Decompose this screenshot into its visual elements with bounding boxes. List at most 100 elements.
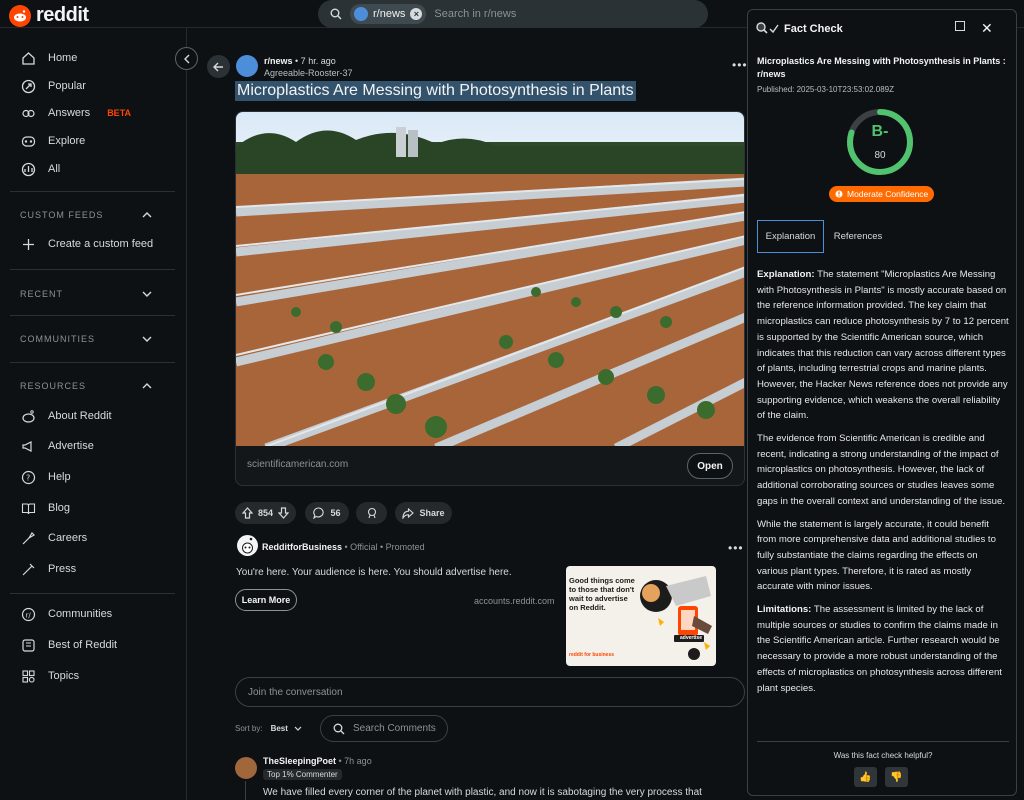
post-time: • 7 hr. ago [295, 56, 336, 66]
sidebar-item-explore[interactable]: Explore [20, 131, 85, 151]
learn-more-button[interactable]: Learn More [235, 589, 297, 611]
beta-badge: BETA [107, 108, 132, 118]
resources-toggle[interactable]: RESOURCES [20, 381, 152, 391]
tab-explanation[interactable]: Explanation [757, 220, 824, 253]
collapse-sidebar-button[interactable] [175, 47, 198, 70]
sidebar-item-blog[interactable]: Blog [20, 498, 70, 518]
commenter-avatar[interactable] [235, 757, 257, 779]
limitations-text: The assessment is limited by the lack of… [757, 604, 1002, 694]
recent-toggle[interactable]: RECENT [20, 289, 152, 299]
custom-feeds-toggle[interactable]: CUSTOM FEEDS [20, 210, 152, 220]
advertiser-name[interactable]: RedditforBusiness [262, 542, 342, 552]
thread-line[interactable] [245, 781, 246, 800]
comment-icon [313, 507, 325, 519]
explanation-para-1: Explanation: The statement "Microplastic… [757, 267, 1009, 424]
search-comments-button[interactable]: Search Comments [320, 715, 448, 742]
post-options-icon[interactable]: ••• [732, 58, 748, 72]
explanation-text: The statement "Microplastics Are Messing… [757, 269, 1009, 422]
sidebar-item-answers[interactable]: Answers BETA [20, 103, 131, 123]
sidebar-item-help[interactable]: ? Help [20, 467, 71, 487]
sidebar-item-topics[interactable]: Topics [20, 666, 79, 686]
sidebar-item-label: Create a custom feed [48, 238, 154, 250]
thumbs-down-button[interactable]: 👎 [885, 767, 908, 787]
reddit-logo[interactable]: reddit [9, 4, 89, 27]
popular-icon [20, 78, 37, 95]
fact-check-header: Fact Check ✕ [748, 10, 1018, 46]
sort-control[interactable]: Sort by: Best [235, 724, 302, 733]
sidebar-item-all[interactable]: All [20, 159, 60, 179]
comments-button[interactable]: 56 [305, 502, 349, 524]
divider [10, 593, 175, 594]
sidebar-item-label: All [48, 163, 61, 175]
answers-icon [20, 105, 37, 122]
tab-references[interactable]: References [826, 220, 890, 253]
sidebar-item-label: Blog [48, 502, 71, 514]
section-heading: RESOURCES [20, 381, 87, 391]
share-icon [402, 507, 415, 519]
open-link-button[interactable]: Open [687, 453, 733, 479]
subreddit-avatar[interactable] [236, 55, 258, 77]
sidebar-item-popular[interactable]: Popular [20, 76, 86, 96]
sidebar-item-label: About Reddit [48, 410, 112, 422]
fact-check-subject: Microplastics Are Messing with Photosynt… [757, 56, 1006, 79]
award-button[interactable] [356, 502, 387, 524]
sidebar-item-label: Best of Reddit [48, 639, 118, 651]
sidebar-item-label: Home [48, 52, 78, 64]
sidebar-item-advertise[interactable]: Advertise [20, 436, 94, 456]
ad-domain[interactable]: accounts.reddit.com [474, 596, 555, 606]
sidebar-item-about[interactable]: About Reddit [20, 406, 112, 426]
post-image[interactable] [235, 111, 745, 486]
svg-text:r/: r/ [26, 611, 32, 619]
magnifier-check-icon [756, 22, 780, 39]
close-icon[interactable]: ✕ [981, 20, 993, 37]
top-commenter-badge: Top 1% Commenter [263, 769, 342, 780]
divider [10, 362, 175, 363]
subreddit-chip[interactable]: r/news × [350, 4, 427, 24]
maximize-icon[interactable] [955, 21, 965, 31]
ad-image-brand: reddit for business [569, 652, 615, 658]
sidebar-item-best-of-reddit[interactable]: Best of Reddit [20, 635, 117, 655]
share-button[interactable]: Share [395, 502, 452, 524]
downvote-icon[interactable] [278, 507, 290, 519]
sidebar-item-press[interactable]: Press [20, 559, 76, 579]
fact-check-panel: Fact Check ✕ Microplastics Are Messing w… [747, 9, 1017, 796]
subreddit-globe-icon [354, 7, 368, 21]
link-domain[interactable]: scientificamerican.com [247, 459, 348, 470]
chip-close-icon[interactable]: × [410, 8, 423, 20]
sidebar-item-label: Popular [48, 80, 86, 92]
confidence-icon [835, 190, 843, 198]
ad-illustration [640, 576, 712, 660]
score-value: 80 [874, 150, 886, 161]
sidebar-item-careers[interactable]: Careers [20, 528, 87, 548]
advertiser-avatar[interactable] [237, 535, 258, 556]
create-custom-feed[interactable]: Create a custom feed [20, 234, 153, 254]
about-icon [20, 408, 37, 425]
back-button[interactable] [207, 55, 230, 78]
sidebar-item-home[interactable]: Home [20, 48, 77, 68]
communities-toggle[interactable]: COMMUNITIES [20, 334, 152, 344]
confidence-badge: Moderate Confidence [829, 186, 935, 202]
post-author[interactable]: Agreeable-Rooster-37 [264, 68, 353, 78]
subreddit-link[interactable]: r/news [264, 56, 293, 66]
explanation-label: Explanation: [757, 269, 815, 280]
thumbs-up-button[interactable]: 👍 [854, 767, 877, 787]
sidebar-item-label: Advertise [48, 440, 94, 452]
upvote-icon[interactable] [241, 507, 253, 519]
ad-options-icon[interactable]: ••• [728, 541, 744, 555]
explanation-para-2: The evidence from Scientific American is… [757, 433, 1006, 507]
sort-value[interactable]: Best [271, 724, 288, 733]
chevron-up-icon [142, 383, 152, 389]
commenter-name[interactable]: TheSleepingPoet [263, 756, 336, 766]
sidebar-item-communities[interactable]: r/ Communities [20, 604, 112, 624]
search-placeholder: Search in r/news [434, 8, 517, 20]
search-bar[interactable]: r/news × Search in r/news [318, 0, 708, 28]
advertise-icon [20, 438, 37, 455]
careers-icon [20, 530, 37, 547]
promoted-label: • Official • Promoted [342, 542, 425, 552]
section-heading: COMMUNITIES [20, 334, 95, 344]
ad-image[interactable]: Good things come to those that don't wai… [566, 566, 716, 666]
divider [10, 191, 175, 192]
join-conversation-input[interactable]: Join the conversation [235, 677, 745, 707]
link-preview-bar[interactable]: scientificamerican.com Open [235, 446, 745, 486]
limitations-label: Limitations: [757, 604, 812, 616]
